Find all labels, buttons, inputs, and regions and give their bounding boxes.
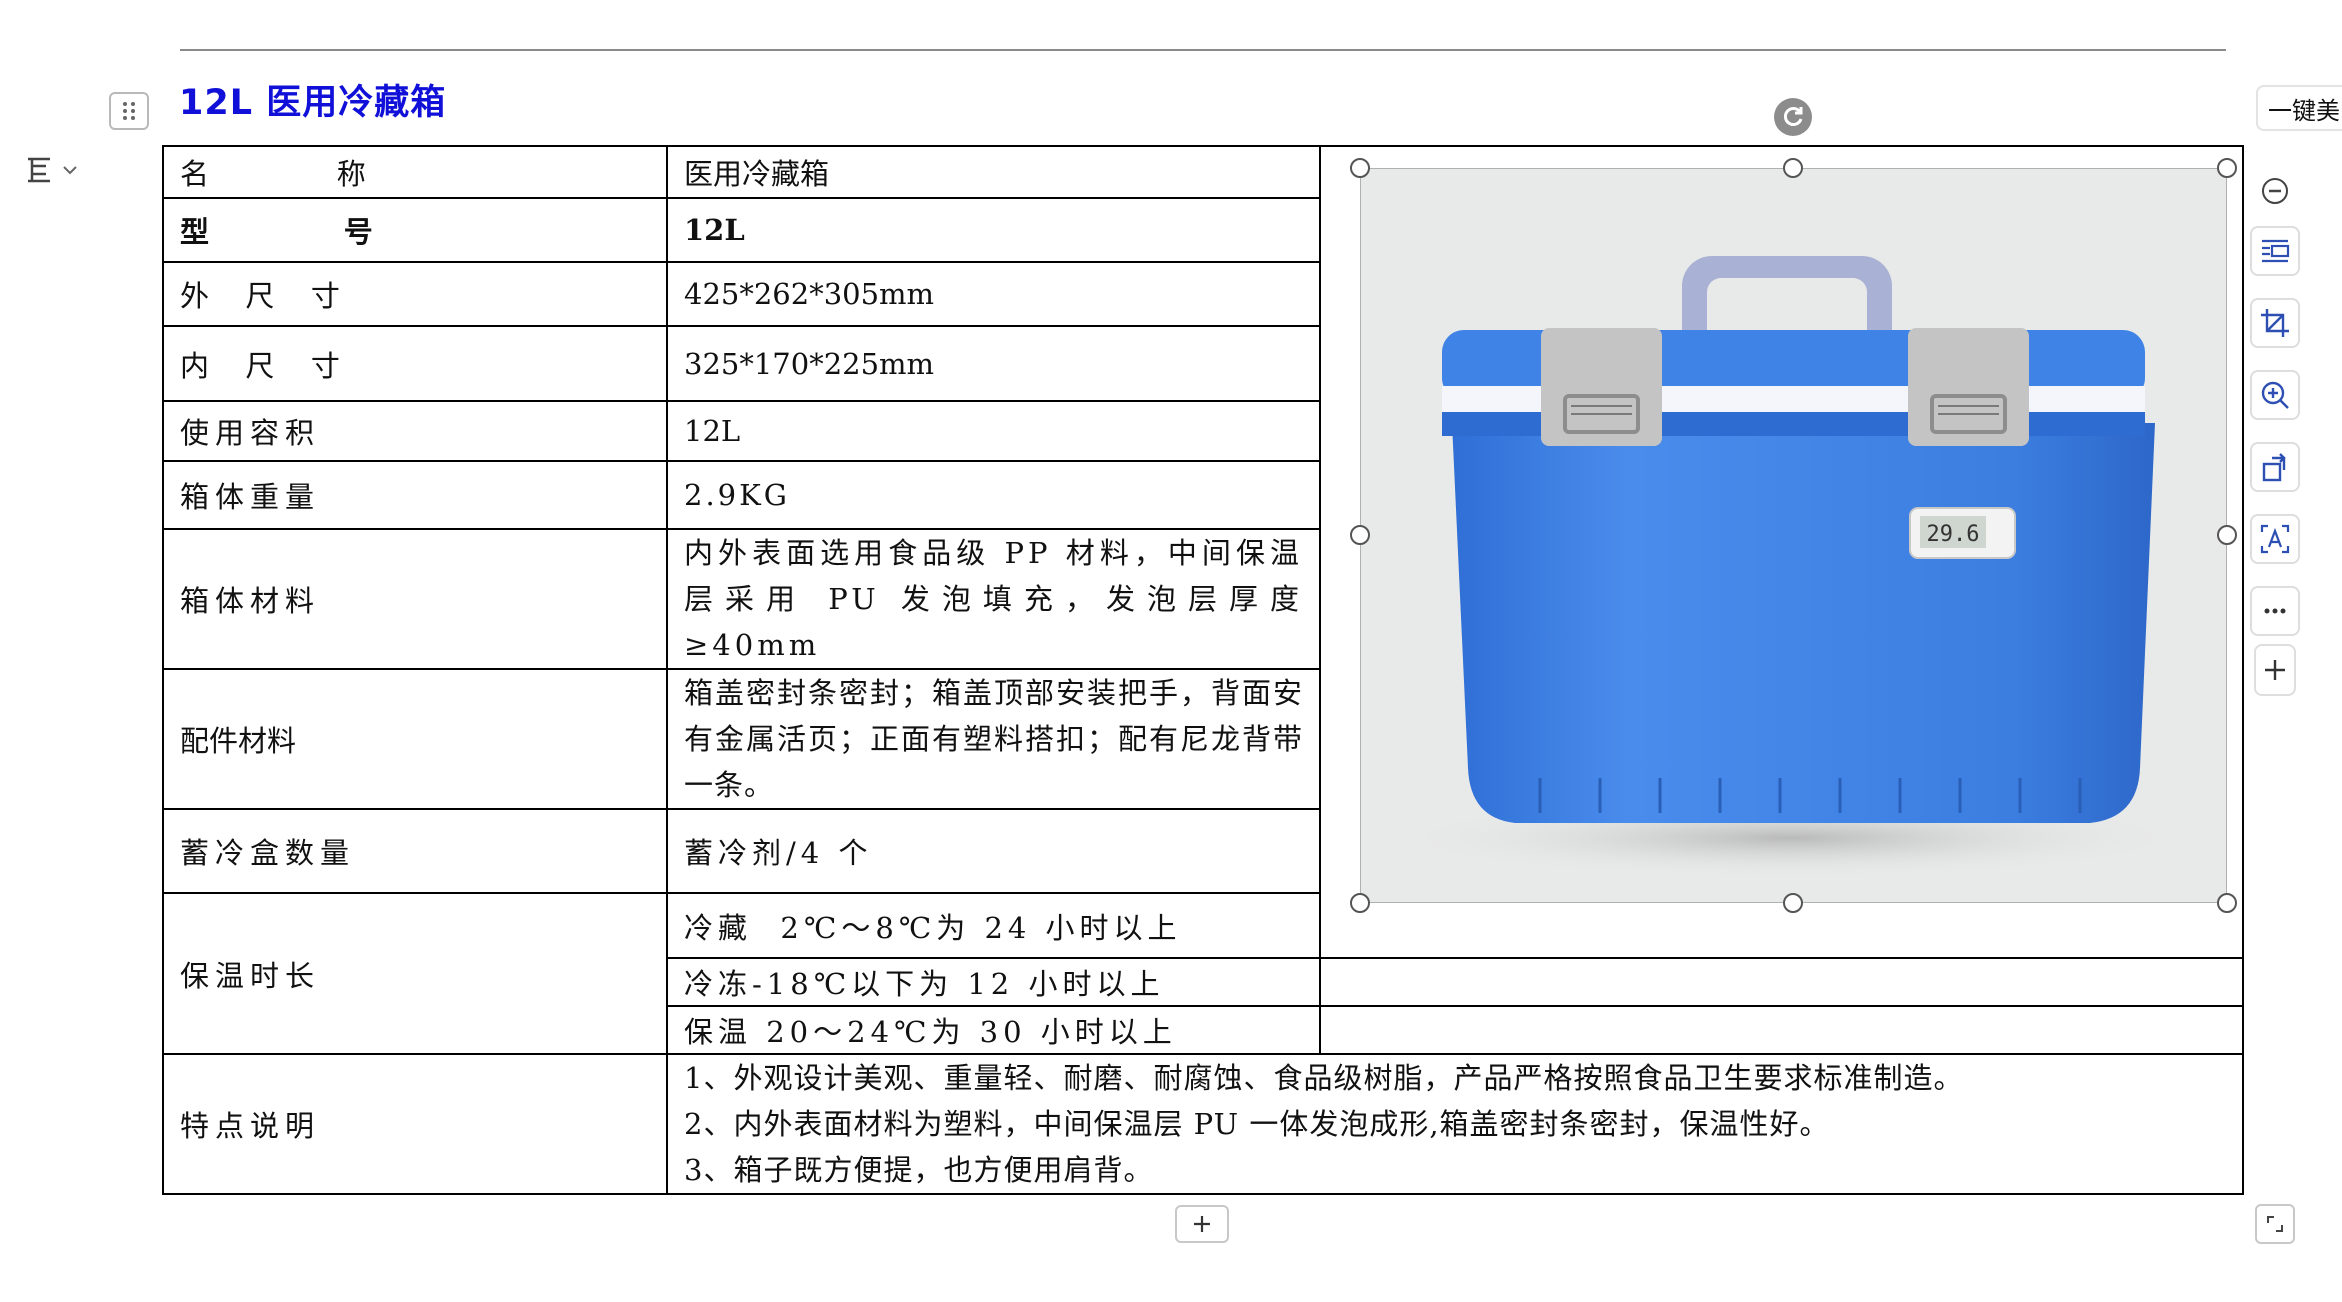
value-cell: 325*170*225mm <box>666 325 1321 402</box>
label-cell: 型 号 <box>162 197 668 263</box>
zoom-out-button[interactable] <box>2250 166 2300 216</box>
features-cell: 1、外观设计美观、重量轻、耐磨、耐腐蚀、食品级树脂，产品严格按照食品卫生要求标准… <box>666 1053 2244 1195</box>
product-image[interactable]: 29.6 <box>1360 168 2227 903</box>
value-cell: 医用冷藏箱 <box>666 145 1321 199</box>
resize-handle[interactable] <box>1350 893 1370 913</box>
replace-image-button[interactable] <box>2250 442 2300 492</box>
table-row: 名 称 医用冷藏箱 29.6 <box>162 145 2244 959</box>
label-cell: 外 尺 寸 <box>162 261 668 327</box>
outline-toggle-button[interactable] <box>24 147 102 193</box>
empty-cell <box>1319 1005 2244 1055</box>
table-row: 特点说明 1、外观设计美观、重量轻、耐磨、耐腐蚀、食品级树脂，产品严格按照食品卫… <box>162 1053 2244 1195</box>
label-cell: 配件材料 <box>162 668 668 810</box>
header-rule <box>180 49 2226 51</box>
resize-handle[interactable] <box>2217 158 2237 178</box>
expand-corner-icon <box>2267 1216 2283 1232</box>
more-icon <box>2264 608 2286 614</box>
zoom-in-icon <box>2261 381 2289 409</box>
label-cell: 名 称 <box>162 145 668 199</box>
text-wrap-icon <box>2262 239 2290 263</box>
empty-cell <box>1319 957 2244 1007</box>
value-cell: 2.9KG <box>666 460 1321 530</box>
value-cell: 箱盖密封条密封；箱盖顶部安装把手，背面安有金属活页；正面有塑料搭扣；配有尼龙背带… <box>666 668 1321 810</box>
drag-handle-icon[interactable] <box>109 92 149 130</box>
zoom-in-button[interactable] <box>2250 370 2300 420</box>
resize-handle[interactable] <box>1783 893 1803 913</box>
label-cell: 保温时长 <box>162 892 668 1055</box>
label-cell: 使用容积 <box>162 400 668 462</box>
crop-icon <box>2261 309 2289 337</box>
feature-line: 3、箱子既方便提，也方便用肩背。 <box>684 1153 1154 1187</box>
resize-handle[interactable] <box>2217 525 2237 545</box>
ocr-text-button[interactable] <box>2250 514 2300 564</box>
spec-table: 名 称 医用冷藏箱 29.6 型 号 12L 外 尺 寸 425*262*305… <box>162 145 2244 1195</box>
add-button[interactable] <box>2254 644 2296 696</box>
value-cell: 内外表面选用食品级 PP 材料，中间保温层采用 PU 发泡填充，发泡层厚度≥40… <box>666 528 1321 670</box>
label-cell: 箱体材料 <box>162 528 668 670</box>
image-cell: 29.6 <box>1319 145 2244 959</box>
value-cell: 12L <box>666 197 1321 263</box>
outline-icon <box>28 157 50 183</box>
rotate-handle-icon[interactable] <box>1774 98 1812 136</box>
expand-button[interactable] <box>2255 1204 2295 1244</box>
crop-button[interactable] <box>2250 298 2300 348</box>
label-cell: 特点说明 <box>162 1053 668 1195</box>
one-click-beautify-button[interactable]: 一键美 <box>2256 85 2342 131</box>
replace-image-icon <box>2262 453 2286 482</box>
label-cell: 蓄冷盒数量 <box>162 808 668 894</box>
label-cell: 箱体重量 <box>162 460 668 530</box>
add-icon <box>2265 660 2285 680</box>
value-cell: 保温 20～24℃为 30 小时以上 <box>666 1005 1321 1055</box>
feature-line: 2、内外表面材料为塑料，中间保温层 PU 一体发泡成形,箱盖密封条密封，保温性好… <box>684 1107 1830 1141</box>
value-cell: 蓄冷剂/4 个 <box>666 808 1321 894</box>
value-cell: 冷冻-18℃以下为 12 小时以上 <box>666 957 1321 1007</box>
resize-handle[interactable] <box>2217 893 2237 913</box>
value-cell: 12L <box>666 400 1321 462</box>
label-cell: 内 尺 寸 <box>162 325 668 402</box>
add-row-button[interactable] <box>1175 1205 1229 1243</box>
resize-handle[interactable] <box>1783 158 1803 178</box>
chevron-down-icon <box>63 166 77 175</box>
more-button[interactable] <box>2250 586 2300 636</box>
zoom-out-icon <box>2262 178 2288 204</box>
feature-line: 1、外观设计美观、重量轻、耐磨、耐腐蚀、食品级树脂，产品严格按照食品卫生要求标准… <box>684 1061 1964 1095</box>
ocr-text-icon <box>2260 524 2290 554</box>
value-cell: 冷藏 2℃～8℃为 24 小时以上 <box>666 892 1321 959</box>
resize-handle[interactable] <box>1350 158 1370 178</box>
text-wrap-button[interactable] <box>2250 226 2300 276</box>
page-title: 12L 医用冷藏箱 <box>179 83 447 123</box>
svg-text:29.6: 29.6 <box>1927 522 1980 547</box>
plus-icon <box>1194 1216 1210 1232</box>
resize-handle[interactable] <box>1350 525 1370 545</box>
value-cell: 425*262*305mm <box>666 261 1321 327</box>
